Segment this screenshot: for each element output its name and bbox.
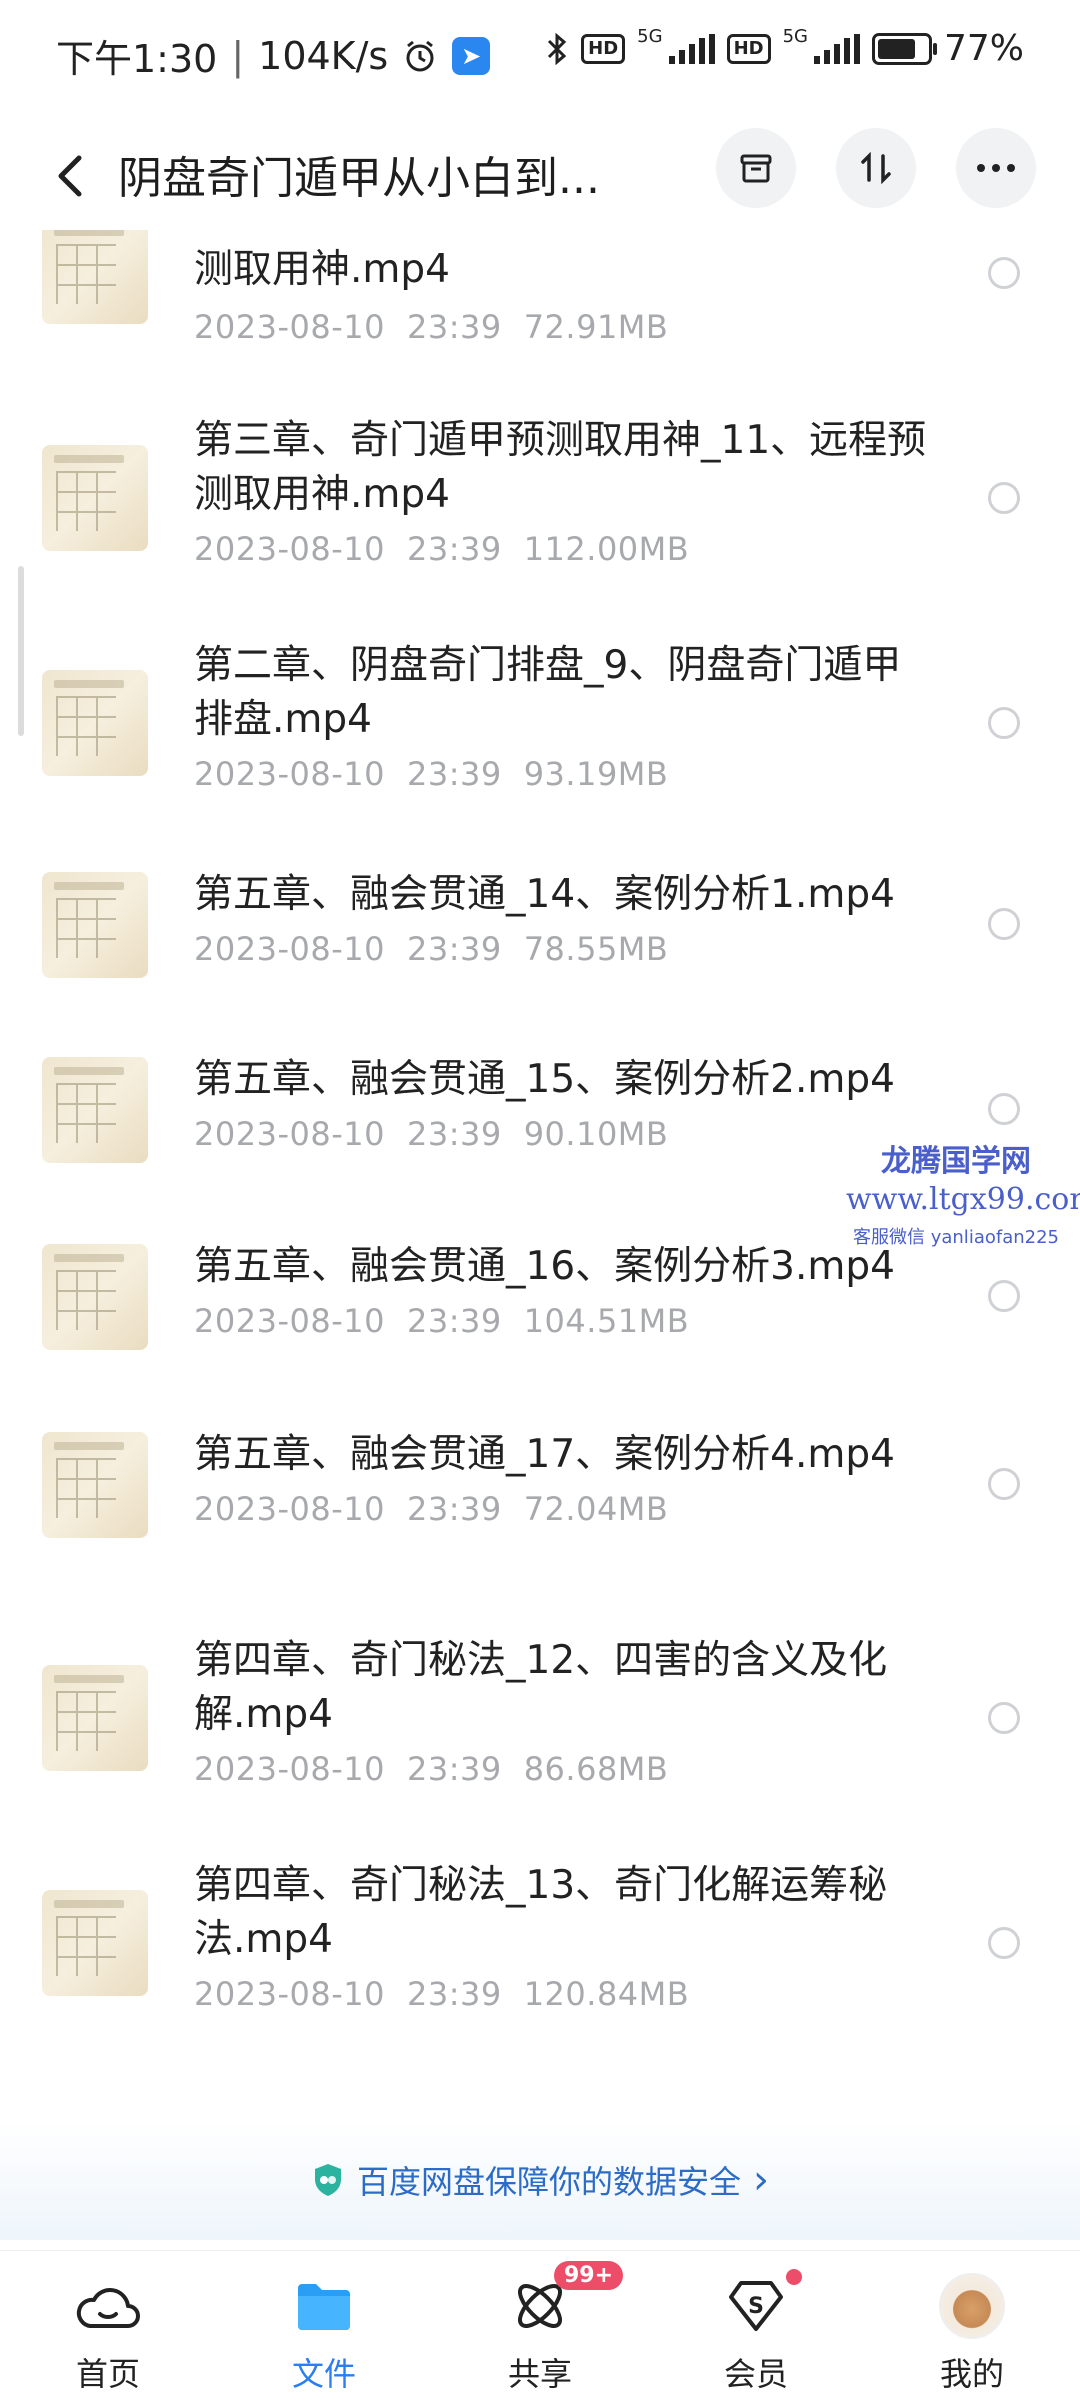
network-speed: 104K/s — [258, 33, 389, 78]
file-name: 第二章、阴盘奇门排盘_9、阴盘奇门遁甲排盘.mp4 — [194, 643, 902, 742]
chevron-left-icon — [58, 155, 82, 197]
file-row[interactable]: 第五章、融会贯通_14、案例分析1.mp4 2023-08-10 23:39 78.… — [0, 850, 1080, 1030]
select-radio[interactable] — [988, 707, 1020, 739]
page-title: 阴盘奇门遁甲从小白到... — [118, 153, 600, 204]
bluetooth-icon — [548, 32, 567, 65]
file-meta: 2023-08-10 23:39 112.00MB — [194, 530, 690, 568]
file-meta: 2023-08-10 23:39 78.55MB — [194, 930, 669, 968]
chevron-right-icon: › — [753, 2157, 769, 2203]
cloud-icon — [76, 2288, 140, 2328]
file-row[interactable]: 第四章、奇门秘法_12、四害的含义及化解.mp4 2023-08-10 23:39… — [0, 1620, 1080, 1840]
bottom-nav: 首页 文件 共享 99+ S 会员 我的 — [0, 2250, 1080, 2401]
alarm-icon — [406, 40, 434, 71]
tab-share[interactable]: 共享 99+ — [470, 2261, 624, 2401]
select-radio[interactable] — [988, 1280, 1020, 1312]
file-row[interactable]: 第五章、融会贯通_16、案例分析3.mp4 2023-08-10 23:39 104… — [0, 1222, 1080, 1402]
file-name: 第五章、融会贯通_16、案例分析3.mp4 — [194, 1244, 895, 1289]
sim2-network: 5G — [782, 26, 808, 47]
folder-icon — [298, 2284, 350, 2330]
sort-icon — [861, 151, 891, 185]
tab-vip-label: 会员 — [723, 2355, 788, 2393]
file-meta: 2023-08-10 23:39 72.04MB — [194, 1490, 669, 1528]
select-radio[interactable] — [988, 1702, 1020, 1734]
sim1-network: 5G — [637, 26, 663, 47]
shield-icon — [314, 2164, 341, 2196]
vip-icon: S — [729, 2281, 783, 2331]
share-count-badge: 99+ — [554, 2261, 624, 2290]
battery-icon — [871, 32, 937, 65]
back-button[interactable] — [40, 136, 100, 216]
file-meta: 2023-08-10 23:39 90.10MB — [194, 1115, 669, 1153]
file-meta: 2023-08-10 23:39 93.19MB — [194, 755, 669, 793]
status-right: HD 5G HD 5G 77% — [545, 26, 1024, 69]
archive-button[interactable] — [716, 128, 796, 208]
tab-files[interactable]: 文件 — [254, 2271, 394, 2401]
status-time: 下午1:30 — [56, 37, 218, 81]
sort-button[interactable] — [836, 128, 916, 208]
signal-icon — [668, 33, 715, 64]
tab-files-label: 文件 — [291, 2355, 356, 2393]
tab-share-label: 共享 — [507, 2355, 572, 2393]
file-row[interactable]: 第四章、奇门秘法_13、奇门化解运筹秘法.mp4 2023-08-10 23:39… — [0, 1845, 1080, 2065]
file-name: 第三章、奇门遁甲预测取用神_11、远程预测取用神.mp4 — [194, 418, 927, 517]
watermark: 龙腾国学网 www.ltgx99.com 客服微信 yanliaofan225 — [846, 1136, 1080, 1249]
select-radio[interactable] — [988, 908, 1020, 940]
status-left: 下午1:30 | 104K/s ➤ — [56, 28, 491, 83]
signal-icon-2 — [813, 33, 860, 64]
file-meta: 2023-08-10 23:39 104.51MB — [194, 1302, 690, 1340]
video-thumbnail — [42, 1432, 148, 1538]
security-text: 百度网盘保障你的数据安全 — [356, 2163, 741, 2201]
file-name: 第四章、奇门秘法_13、奇门化解运筹秘法.mp4 — [194, 1863, 888, 1962]
file-name: 第五章、融会贯通_17、案例分析4.mp4 — [194, 1432, 895, 1477]
watermark-contact: 客服微信 yanliaofan225 — [853, 1227, 1059, 1248]
file-name: 第四章、奇门秘法_12、四害的含义及化解.mp4 — [194, 1638, 888, 1737]
select-radio[interactable] — [988, 1468, 1020, 1500]
status-bar: 下午1:30 | 104K/s ➤ HD 5G HD 5G 77% — [0, 0, 1080, 116]
watermark-url: www.ltgx99.com — [846, 1182, 1080, 1217]
avatar — [939, 2273, 1005, 2339]
notification-dot — [786, 2269, 802, 2285]
file-name: 第五章、融会贯通_15、案例分析2.mp4 — [194, 1057, 895, 1102]
video-thumbnail — [42, 1665, 148, 1771]
more-icon — [977, 164, 1015, 172]
select-radio[interactable] — [988, 482, 1020, 514]
tab-vip[interactable]: S 会员 — [686, 2269, 826, 2401]
sim1-hd-badge: HD — [581, 33, 626, 64]
video-thumbnail — [42, 1244, 148, 1350]
archive-icon — [740, 154, 772, 183]
header: 阴盘奇门遁甲从小白到... — [0, 116, 1080, 236]
select-radio[interactable] — [988, 257, 1020, 289]
more-button[interactable] — [956, 128, 1036, 208]
video-thumbnail — [42, 230, 148, 324]
file-name: 测取用神.mp4 — [194, 247, 450, 292]
watermark-title: 龙腾国学网 — [881, 1144, 1031, 1179]
file-row[interactable]: 第二章、阴盘奇门排盘_9、阴盘奇门遁甲排盘.mp4 2023-08-10 23:3… — [0, 625, 1080, 845]
sim2-hd-badge: HD — [726, 33, 771, 64]
video-thumbnail — [42, 872, 148, 978]
tab-home-label: 首页 — [75, 2355, 140, 2393]
app-notification-icon: ➤ — [452, 36, 491, 75]
select-radio[interactable] — [988, 1927, 1020, 1959]
select-radio[interactable] — [988, 1093, 1020, 1125]
video-thumbnail — [42, 670, 148, 776]
video-thumbnail — [42, 1890, 148, 1996]
security-banner[interactable]: 百度网盘保障你的数据安全 › — [0, 2120, 1080, 2240]
battery-percent: 77% — [943, 28, 1024, 69]
video-thumbnail — [42, 445, 148, 551]
tab-me-label: 我的 — [939, 2355, 1004, 2393]
file-row[interactable]: 测取用神.mp4 2023-08-10 23:39 72.91MB — [0, 230, 1080, 400]
file-name: 第五章、融会贯通_14、案例分析1.mp4 — [194, 872, 895, 917]
file-meta: 2023-08-10 23:39 72.91MB — [194, 308, 669, 346]
video-thumbnail — [42, 1057, 148, 1163]
tab-me[interactable]: 我的 — [902, 2271, 1042, 2401]
svg-text:S: S — [748, 2294, 764, 2319]
file-row[interactable]: 第三章、奇门遁甲预测取用神_11、远程预测取用神.mp4 2023-08-10 2… — [0, 400, 1080, 620]
file-row[interactable]: 第五章、融会贯通_17、案例分析4.mp4 2023-08-10 23:39 72.… — [0, 1410, 1080, 1590]
file-meta: 2023-08-10 23:39 120.84MB — [194, 1975, 690, 2013]
file-meta: 2023-08-10 23:39 86.68MB — [194, 1750, 669, 1788]
tab-home[interactable]: 首页 — [38, 2271, 178, 2401]
